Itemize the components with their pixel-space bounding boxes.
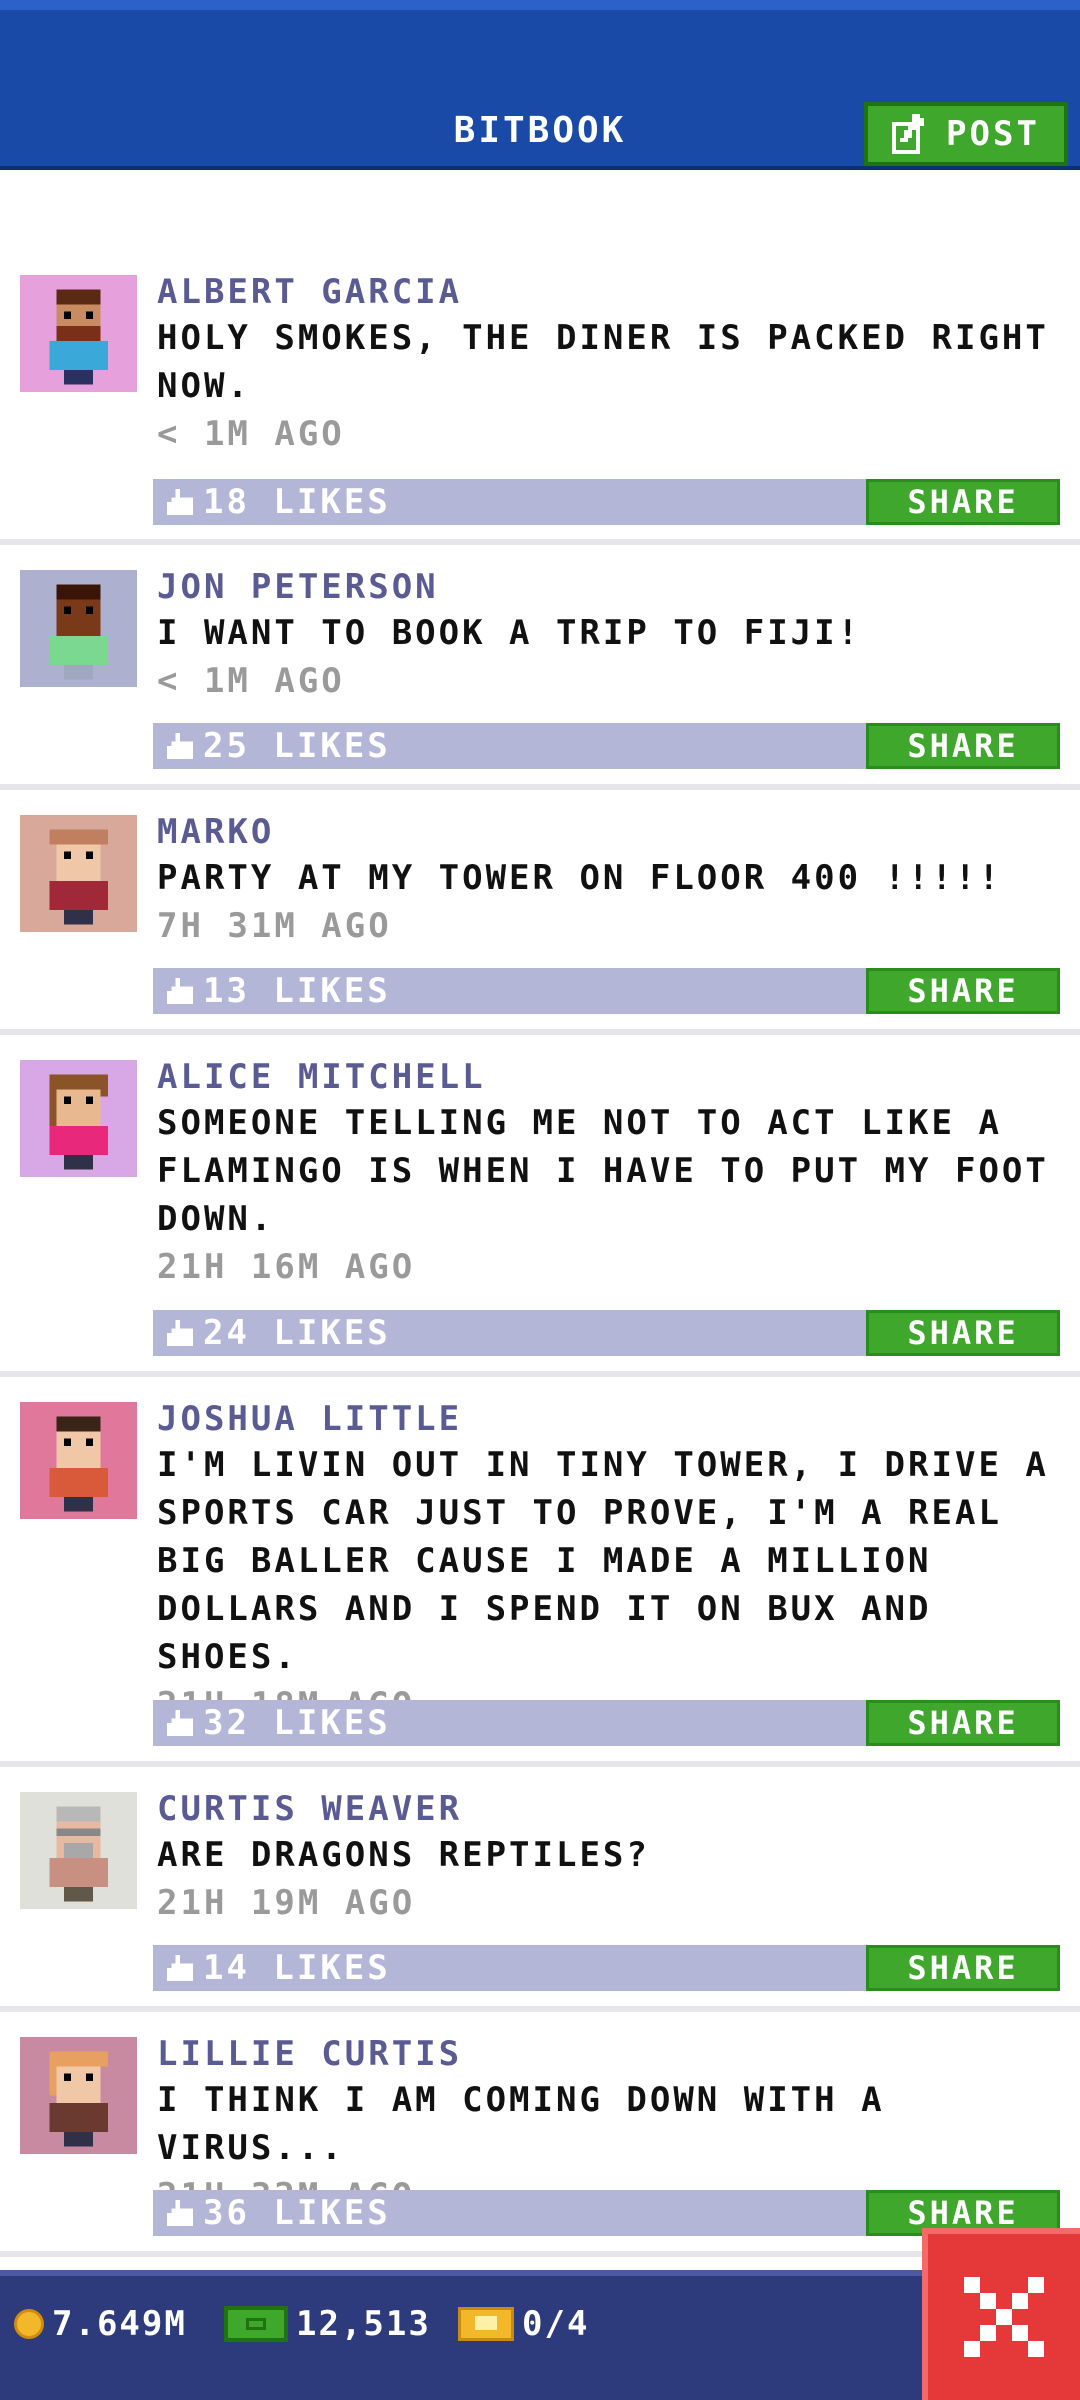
- post-text: HOLY SMOKES, THE DINER IS PACKED RIGHT N…: [157, 318, 1049, 406]
- post-author[interactable]: ALBERT GARCIA: [157, 270, 1060, 314]
- feed-post: JON PETERSON I WANT TO BOOK A TRIP TO FI…: [0, 545, 1080, 790]
- close-button[interactable]: [922, 2228, 1080, 2400]
- post-text: ARE DRAGONS REPTILES?: [157, 1835, 650, 1875]
- share-button[interactable]: SHARE: [866, 1310, 1060, 1356]
- bux-icon: [224, 2306, 288, 2342]
- feed-post: CURTIS WEAVER ARE DRAGONS REPTILES? 21H …: [0, 1767, 1080, 2012]
- share-button[interactable]: SHARE: [866, 968, 1060, 1014]
- thumbs-up-icon: [167, 489, 193, 515]
- feed-post: ALBERT GARCIA HOLY SMOKES, THE DINER IS …: [0, 250, 1080, 545]
- post-author[interactable]: CURTIS WEAVER: [157, 1787, 1060, 1831]
- close-icon: [964, 2277, 1044, 2357]
- post-author[interactable]: LILLIE CURTIS: [157, 2032, 1060, 2076]
- post-time: 21H 16M AGO: [157, 1247, 416, 1287]
- feed-post: ALICE MITCHELL SOMEONE TELLING ME NOT TO…: [0, 1035, 1080, 1377]
- avatar: [20, 1060, 137, 1177]
- post-author[interactable]: JON PETERSON: [157, 565, 1060, 609]
- news-feed[interactable]: ALBERT GARCIA HOLY SMOKES, THE DINER IS …: [0, 250, 1080, 2257]
- thumbs-up-icon: [167, 1710, 193, 1736]
- tickets-value: 0/4: [522, 2304, 590, 2344]
- like-count: 14 LIKES: [203, 1948, 391, 1988]
- post-author[interactable]: JOSHUA LITTLE: [157, 1397, 1060, 1441]
- thumbs-up-icon: [167, 2200, 193, 2226]
- post-author[interactable]: MARKO: [157, 810, 1060, 854]
- ticket-icon: [458, 2307, 514, 2341]
- like-count: 32 LIKES: [203, 1703, 391, 1743]
- avatar: [20, 570, 137, 687]
- thumbs-up-icon: [167, 1320, 193, 1346]
- like-count: 24 LIKES: [203, 1313, 391, 1353]
- app-header: BITBOOK POST: [0, 0, 1080, 170]
- post-author[interactable]: ALICE MITCHELL: [157, 1055, 1060, 1099]
- post-button[interactable]: POST: [864, 102, 1068, 166]
- post-text: I THINK I AM COMING DOWN WITH A VIRUS...: [157, 2080, 885, 2168]
- edit-icon: [892, 114, 925, 154]
- avatar: [20, 1402, 137, 1519]
- like-bar[interactable]: 24 LIKES SHARE: [153, 1310, 1060, 1356]
- thumbs-up-icon: [167, 1955, 193, 1981]
- post-text: PARTY AT MY TOWER ON FLOOR 400 !!!!!: [157, 858, 1002, 898]
- post-text: I'M LIVIN OUT IN TINY TOWER, I DRIVE A S…: [157, 1445, 1049, 1677]
- avatar: [20, 2037, 137, 2154]
- coins-stat: 7.649M: [14, 2304, 187, 2344]
- like-count: 13 LIKES: [203, 971, 391, 1011]
- post-text: I WANT TO BOOK A TRIP TO FIJI!: [157, 613, 862, 653]
- post-time: 7H 31M AGO: [157, 906, 392, 946]
- resource-bar: 7.649M 12,513 0/4: [0, 2270, 1080, 2400]
- like-bar[interactable]: 25 LIKES SHARE: [153, 723, 1060, 769]
- post-time: < 1M AGO: [157, 661, 345, 701]
- like-bar[interactable]: 18 LIKES SHARE: [153, 479, 1060, 525]
- like-bar[interactable]: 14 LIKES SHARE: [153, 1945, 1060, 1991]
- post-time: < 1M AGO: [157, 414, 345, 454]
- tickets-stat: 0/4: [458, 2304, 589, 2344]
- like-count: 18 LIKES: [203, 482, 391, 522]
- bux-value: 12,513: [296, 2304, 431, 2344]
- coins-value: 7.649M: [52, 2304, 187, 2344]
- post-time: 21H 19M AGO: [157, 1883, 416, 1923]
- feed-post: LILLIE CURTIS I THINK I AM COMING DOWN W…: [0, 2012, 1080, 2257]
- like-bar[interactable]: 32 LIKES SHARE: [153, 1700, 1060, 1746]
- share-button[interactable]: SHARE: [866, 479, 1060, 525]
- coin-icon: [14, 2309, 44, 2339]
- thumbs-up-icon: [167, 733, 193, 759]
- avatar: [20, 275, 137, 392]
- post-button-label: POST: [946, 114, 1040, 154]
- share-button[interactable]: SHARE: [866, 1945, 1060, 1991]
- thumbs-up-icon: [167, 978, 193, 1004]
- bux-stat: 12,513: [224, 2304, 431, 2344]
- share-button[interactable]: SHARE: [866, 1700, 1060, 1746]
- avatar: [20, 815, 137, 932]
- like-count: 25 LIKES: [203, 726, 391, 766]
- avatar: [20, 1792, 137, 1909]
- share-button[interactable]: SHARE: [866, 723, 1060, 769]
- feed-post: JOSHUA LITTLE I'M LIVIN OUT IN TINY TOWE…: [0, 1377, 1080, 1767]
- like-count: 36 LIKES: [203, 2193, 391, 2233]
- like-bar[interactable]: 13 LIKES SHARE: [153, 968, 1060, 1014]
- post-text: SOMEONE TELLING ME NOT TO ACT LIKE A FLA…: [157, 1103, 1049, 1239]
- feed-post: MARKO PARTY AT MY TOWER ON FLOOR 400 !!!…: [0, 790, 1080, 1035]
